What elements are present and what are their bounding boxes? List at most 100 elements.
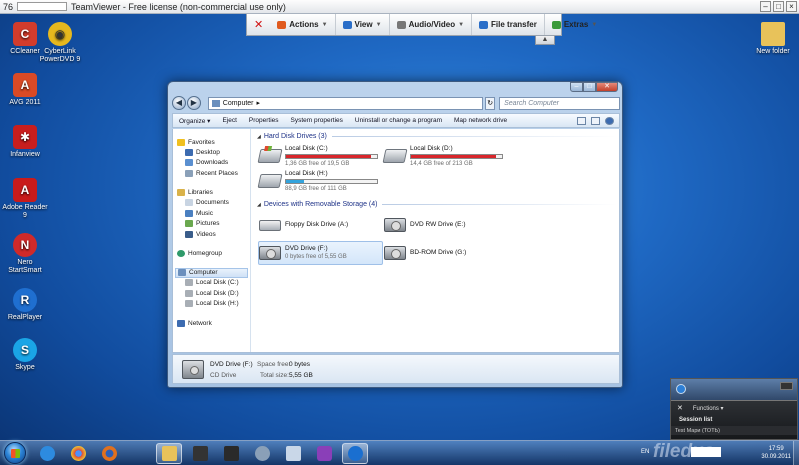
search-input[interactable]: Search Computer bbox=[499, 96, 620, 110]
desktop-icon-realplayer[interactable]: R RealPlayer bbox=[0, 288, 50, 322]
drive-name: Local Disk (C:) bbox=[285, 144, 328, 152]
toolbar-audio-video[interactable]: Audio/Video ▼ bbox=[390, 14, 473, 35]
show-desktop-button[interactable] bbox=[793, 441, 799, 465]
drive-icon bbox=[185, 289, 193, 297]
drive-bd-rom-g[interactable]: BD-ROM Drive (G:) bbox=[384, 241, 506, 265]
clock[interactable]: 17:59 30.09.2011 bbox=[761, 445, 791, 461]
desktop-icon-adobe-reader[interactable]: A Adobe Reader 9 bbox=[0, 178, 50, 220]
toolbar-actions[interactable]: Actions ▼ bbox=[270, 14, 336, 35]
organize-button[interactable]: Organize ▾ bbox=[173, 117, 216, 125]
nav-local-disk-d[interactable]: Local Disk (D:) bbox=[173, 288, 250, 299]
desktop-icon-skype[interactable]: S Skype bbox=[0, 338, 50, 372]
nav-local-disk-c[interactable]: Local Disk (C:) bbox=[173, 278, 250, 289]
desktop-icon-powerdvd[interactable]: ◉ CyberLink PowerDVD 9 bbox=[35, 22, 85, 64]
uninstall-program-button[interactable]: Uninstall or change a program bbox=[349, 117, 448, 124]
nav-documents[interactable]: Documents bbox=[173, 198, 250, 209]
total-size-label: Total size: bbox=[260, 372, 289, 379]
taskbar-explorer[interactable] bbox=[156, 443, 182, 464]
desktop-icon-label: AVG 2011 bbox=[9, 99, 41, 106]
explorer-maximize-button[interactable]: □ bbox=[583, 82, 596, 92]
address-bar[interactable]: Computer ▸ bbox=[207, 96, 484, 110]
toolbar-collapse-tab[interactable]: ▲ bbox=[535, 36, 555, 45]
redacted-box bbox=[17, 2, 68, 11]
chevron-down-icon: ▼ bbox=[458, 21, 465, 28]
nav-pictures[interactable]: Pictures bbox=[173, 219, 250, 230]
powerdvd-icon: ◉ bbox=[48, 22, 72, 46]
help-icon[interactable] bbox=[605, 116, 614, 125]
taskbar-internet-explorer[interactable] bbox=[34, 443, 60, 464]
drive-local-disk-c[interactable]: Local Disk (C:) 1,36 GB free of 19,5 GB bbox=[257, 144, 381, 168]
change-view-icon[interactable] bbox=[577, 116, 586, 125]
irfanview-icon: ✱ bbox=[13, 125, 37, 149]
taskbar-chrome[interactable] bbox=[65, 443, 91, 464]
back-arrow-icon[interactable]: ◀ bbox=[172, 96, 186, 110]
avg-icon: A bbox=[13, 73, 37, 97]
explorer-minimize-button[interactable]: – bbox=[570, 82, 583, 92]
toolbar-file-transfer[interactable]: File transfer bbox=[472, 14, 545, 35]
chevron-down-icon: ▼ bbox=[375, 21, 382, 28]
hard-disk-group-header[interactable]: ◢ Hard Disk Drives (3) bbox=[257, 133, 617, 140]
removable-group-header[interactable]: ◢ Devices with Removable Storage (4) bbox=[257, 201, 617, 208]
taskbar-book-2[interactable] bbox=[218, 443, 244, 464]
collapse-triangle-icon: ◢ bbox=[257, 133, 261, 140]
taskbar-notepad[interactable] bbox=[280, 443, 306, 464]
book-icon bbox=[192, 446, 208, 461]
details-pane: DVD Drive (F:) CD Drive Space free: 0 by… bbox=[172, 354, 620, 384]
nav-desktop[interactable]: Desktop bbox=[173, 147, 250, 158]
taskbar-firefox[interactable] bbox=[96, 443, 122, 464]
navigation-pane: Favorites Desktop Downloads Recent Place… bbox=[173, 129, 251, 352]
maximize-button[interactable]: □ bbox=[773, 1, 784, 12]
nav-computer[interactable]: Computer bbox=[175, 267, 248, 278]
nav-videos[interactable]: Videos bbox=[173, 229, 250, 240]
properties-button[interactable]: Properties bbox=[243, 117, 285, 124]
eject-button[interactable]: Eject bbox=[216, 117, 242, 124]
desktop-icon-avg[interactable]: A AVG 2011 bbox=[0, 73, 50, 107]
nav-downloads[interactable]: Downloads bbox=[173, 158, 250, 169]
explorer-title-bar[interactable]: – □ ✕ bbox=[168, 82, 622, 93]
recent-places-icon bbox=[185, 169, 193, 177]
nav-libraries[interactable]: Libraries bbox=[173, 188, 250, 198]
taskbar-teamviewer[interactable] bbox=[342, 443, 368, 464]
nav-music[interactable]: Music bbox=[173, 208, 250, 219]
taskbar-book[interactable] bbox=[187, 443, 213, 464]
nav-homegroup[interactable]: Homegroup bbox=[173, 249, 250, 259]
taskbar-purple-app[interactable] bbox=[311, 443, 337, 464]
drive-dvd-f[interactable]: DVD Drive (F:) 0 bytes free of 5,55 GB bbox=[258, 241, 383, 265]
avg-icon bbox=[254, 446, 270, 461]
drive-dvd-rw-e[interactable]: DVD RW Drive (E:) bbox=[384, 213, 506, 237]
map-network-drive-button[interactable]: Map network drive bbox=[448, 117, 513, 124]
close-icon[interactable]: ✕ bbox=[677, 404, 683, 412]
desktop-icon-nero[interactable]: N Nero StartSmart bbox=[0, 233, 50, 275]
start-button[interactable] bbox=[4, 442, 26, 464]
system-properties-button[interactable]: System properties bbox=[285, 117, 349, 124]
nav-favorites[interactable]: Favorites bbox=[173, 137, 250, 147]
panel-toggle-button[interactable] bbox=[780, 382, 793, 390]
drive-local-disk-h[interactable]: Local Disk (H:) 88,9 GB free of 111 GB bbox=[257, 169, 381, 193]
language-indicator[interactable]: EN bbox=[641, 449, 649, 455]
adobe-reader-icon: A bbox=[13, 178, 37, 202]
nav-recent-places[interactable]: Recent Places bbox=[173, 168, 250, 179]
nav-network[interactable]: Network bbox=[173, 318, 250, 328]
close-session-icon[interactable]: ✕ bbox=[247, 18, 270, 31]
taskbar-avg[interactable] bbox=[249, 443, 275, 464]
minimize-button[interactable]: – bbox=[760, 1, 771, 12]
drive-floppy-a[interactable]: Floppy Disk Drive (A:) bbox=[259, 213, 381, 237]
refresh-icon[interactable]: ↻ bbox=[485, 96, 496, 110]
drive-local-disk-d[interactable]: Local Disk (D:) 14,4 GB free of 213 GB bbox=[382, 144, 506, 168]
hard-disk-icon bbox=[382, 149, 408, 163]
close-button[interactable]: × bbox=[786, 1, 797, 12]
desktop-icon-new-folder[interactable]: New folder bbox=[748, 22, 798, 56]
preview-pane-icon[interactable] bbox=[591, 116, 600, 125]
nav-local-disk-h[interactable]: Local Disk (H:) bbox=[173, 299, 250, 310]
breadcrumb-chevron-icon[interactable]: ▸ bbox=[257, 99, 261, 107]
functions-menu[interactable]: Functions ▾ bbox=[693, 405, 724, 412]
toolbar-view[interactable]: View ▼ bbox=[336, 14, 390, 35]
skype-icon: S bbox=[13, 338, 37, 362]
desktop-icon-irfanview[interactable]: ✱ Infanview bbox=[0, 125, 50, 159]
drive-free-space: 1,36 GB free of 19,5 GB bbox=[285, 160, 350, 167]
desktop-icon bbox=[185, 148, 193, 156]
view-controls bbox=[577, 116, 619, 125]
explorer-close-button[interactable]: ✕ bbox=[596, 82, 618, 92]
toolbar-extras[interactable]: Extras ▼ bbox=[545, 14, 604, 35]
forward-arrow-icon[interactable]: ▶ bbox=[186, 96, 201, 110]
